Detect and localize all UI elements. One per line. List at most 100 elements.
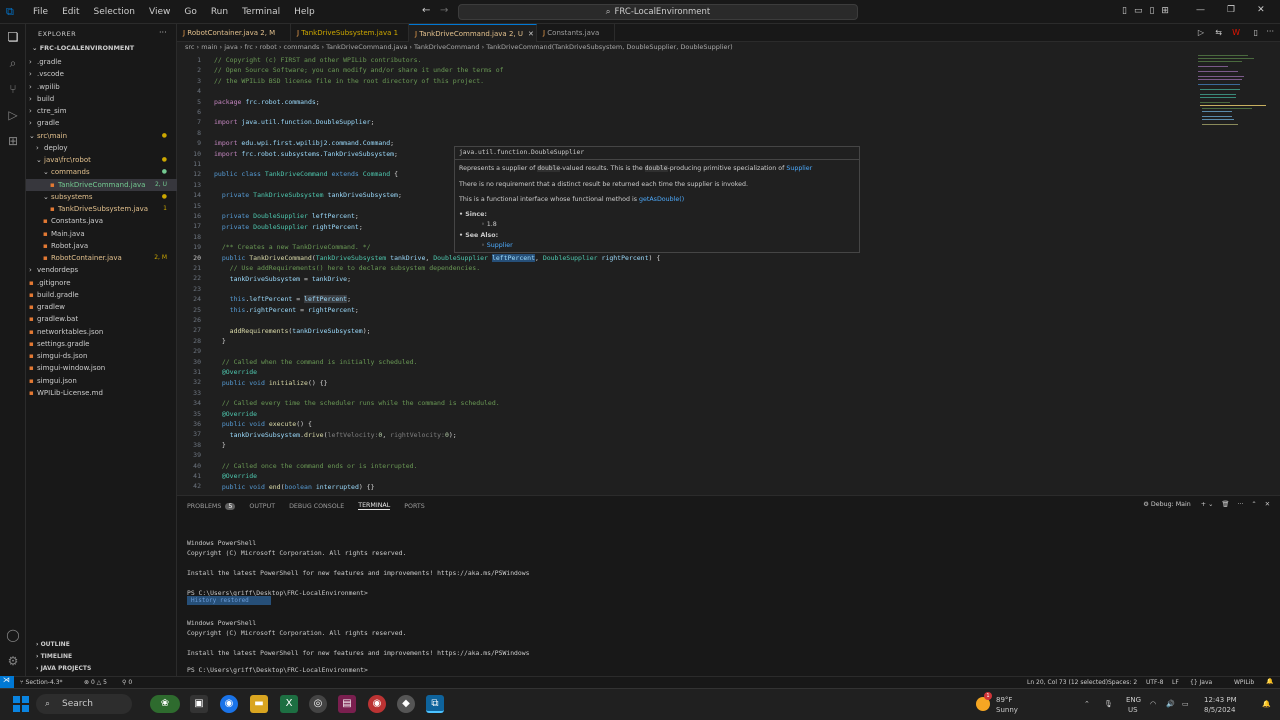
code-editor[interactable]: 1 2 3 4 5 6 7 8 9 10 11 12 13 14 15 16 17 18 19 20 21 22 23 24 2… [177,53,1280,495]
more-actions-icon[interactable]: ··· [1266,27,1274,36]
tree-item[interactable]: ▪ Robot.java [26,240,177,252]
wpilib-status[interactable]: WPILib [1234,679,1254,686]
tree-item[interactable]: ▪ Constants.java [26,215,177,227]
settings-gear-icon[interactable]: ⚙ [6,654,20,668]
outline-section[interactable]: › OUTLINE [36,641,70,648]
forward-arrow-icon[interactable]: → [440,5,448,16]
supplier-link[interactable]: Supplier [786,165,812,172]
breadcrumb[interactable]: src › main › java › frc › robot › comman… [185,43,733,51]
maximize-icon[interactable]: ❐ [1227,5,1235,15]
extensions-icon[interactable]: ⊞ [6,134,20,148]
widget-icon[interactable]: ❀ [150,695,180,713]
tree-item[interactable]: ▪ settings.gradle [26,338,177,350]
file-explorer-icon[interactable]: ▬ [250,695,268,713]
chrome-icon[interactable]: ◉ [220,695,238,713]
tab-output[interactable]: OUTPUT [249,503,275,510]
tree-item[interactable]: ▪ TankDriveCommand.java 2, U [26,178,177,191]
tree-item[interactable]: › deploy [26,142,177,154]
maximize-panel-icon[interactable]: ⌃ [1251,501,1256,508]
tree-item[interactable]: ▪ gradlew [26,301,177,313]
account-icon[interactable]: ◯ [6,628,20,642]
encoding[interactable]: UTF-8 [1146,679,1164,686]
microphone-icon[interactable]: 🎙 [1104,700,1113,708]
tree-item[interactable]: ▪ Main.java [26,228,177,240]
vscode-taskbar-icon[interactable]: ⧉ [426,695,444,713]
more-actions-icon[interactable]: ··· [159,28,167,37]
battery-icon[interactable]: ▭ [1182,700,1189,708]
app-icon[interactable]: ◎ [309,695,327,713]
tree-item[interactable]: › vendordeps [26,264,177,276]
back-arrow-icon[interactable]: ← [422,5,430,16]
language-mode[interactable]: {} Java [1190,679,1212,686]
ports-indicator[interactable]: ⚲ 0 [122,679,132,686]
tree-item[interactable]: ⌄ commands ● [26,166,177,178]
code-content[interactable]: // Copyright (c) FIRST and other WPILib … [214,55,660,492]
explorer-icon[interactable]: ❏ [6,30,20,44]
toggle-sidebar-icon[interactable]: ▯ [1122,6,1127,16]
menu-run[interactable]: Run [204,7,235,17]
workspace-root[interactable]: ⌄ FRC-LOCALENVIRONMENT [32,44,134,52]
tree-item[interactable]: › .wpilib [26,81,177,93]
tab-robotcontainer[interactable]: J RobotContainer.java 2, M [177,24,291,42]
source-control-icon[interactable]: ⑂ [6,82,20,96]
cursor-position[interactable]: Ln 20, Col 73 (12 selected) [1027,679,1108,686]
tree-item[interactable]: ⌄ java\frc\robot ● [26,154,177,166]
run-java-icon[interactable]: ▷ [1198,28,1204,37]
more-actions-icon[interactable]: ··· [1237,501,1243,508]
getasdouble-link[interactable]: getAsDouble() [639,196,684,203]
tab-ports[interactable]: PORTS [404,503,425,510]
tab-tankdrivecommand[interactable]: J TankDriveCommand.java 2, U ✕ [409,24,537,42]
minimize-icon[interactable]: — [1196,5,1205,15]
tree-item[interactable]: › .gradle [26,56,177,68]
toggle-panel-icon[interactable]: ▭ [1134,6,1143,16]
menu-terminal[interactable]: Terminal [235,7,287,17]
chrome-profile-icon[interactable]: ◉ [368,695,386,713]
menu-help[interactable]: Help [287,7,322,17]
line-ending[interactable]: LF [1172,679,1179,686]
java-projects-section[interactable]: › JAVA PROJECTS [36,665,91,672]
timeline-section[interactable]: › TIMELINE [36,653,72,660]
problems-indicator[interactable]: ⊗ 0 △ 5 [84,679,107,686]
show-hidden-icons-icon[interactable]: ⌃ [1084,700,1090,708]
customize-layout-icon[interactable]: ⊞ [1161,6,1169,16]
tab-terminal[interactable]: TERMINAL [358,502,391,510]
tree-item[interactable]: › build [26,93,177,105]
kill-terminal-icon[interactable]: 🗑 [1221,501,1229,508]
tree-item[interactable]: ⌄ src\main ● [26,130,177,142]
tree-item[interactable]: ▪ RobotContainer.java 2, M [26,252,177,264]
terminal-profile[interactable]: Debug: Main [1151,501,1191,508]
tab-debug-console[interactable]: DEBUG CONSOLE [289,503,344,510]
menu-view[interactable]: View [142,7,177,17]
tab-tankdrivesubsystem[interactable]: J TankDriveSubsystem.java 1 [291,24,409,42]
tree-item[interactable]: ▪ gradlew.bat [26,313,177,325]
menu-file[interactable]: File [26,7,55,17]
tree-item[interactable]: ▪ TankDriveSubsystem.java 1 [26,203,177,215]
github-desktop-icon[interactable]: ◆ [397,695,415,713]
tree-item[interactable]: ⌄ subsystems ● [26,191,177,203]
tree-item[interactable]: ▪ WPILib-License.md [26,387,177,399]
wifi-icon[interactable]: ◠ [1150,700,1156,708]
close-window-icon[interactable]: ✕ [1257,5,1265,15]
new-terminal-icon[interactable]: + ⌄ [1201,501,1214,508]
split-editor-icon[interactable]: ▯ [1254,28,1258,37]
search-icon[interactable]: ⌕ [6,56,20,70]
tree-item[interactable]: ▪ simgui-window.json [26,362,177,374]
menu-selection[interactable]: Selection [87,7,142,17]
tree-item[interactable]: ▪ networktables.json [26,326,177,338]
see-also-supplier-link[interactable]: Supplier [487,242,513,249]
tree-item[interactable]: ▪ simgui.json [26,375,177,387]
tree-item[interactable]: ▪ build.gradle [26,289,177,301]
language-input[interactable]: ENG [1126,696,1141,704]
tab-problems[interactable]: PROBLEMS [187,503,221,510]
windows-start-icon[interactable] [13,696,29,712]
volume-icon[interactable]: 🔊 [1166,700,1175,708]
clock-time[interactable]: 12:43 PM [1204,696,1237,704]
tree-item[interactable]: ▪ .gitignore [26,277,177,289]
run-debug-icon[interactable]: ▷ [6,108,20,122]
taskbar-search[interactable]: ⌕ Search [36,694,132,714]
tab-constants[interactable]: J Constants.java [537,24,615,42]
minimap[interactable] [1196,53,1266,133]
tree-item[interactable]: › .vscode [26,68,177,80]
notifications-bell-icon[interactable]: 🔔 [1266,678,1273,685]
remote-indicator[interactable]: ⋊ [0,676,14,688]
